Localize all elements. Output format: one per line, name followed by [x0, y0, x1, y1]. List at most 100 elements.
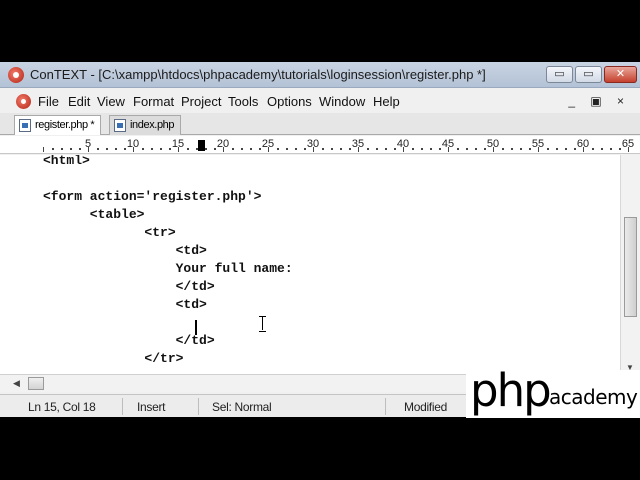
- ruler-tick: [142, 148, 144, 150]
- ruler-tick: [250, 148, 252, 150]
- ruler-tick: [52, 148, 54, 150]
- vertical-scroll-thumb[interactable]: [624, 217, 637, 317]
- ruler-tick: [367, 148, 369, 150]
- ruler-tick: [115, 148, 117, 150]
- ruler-tick: [214, 148, 216, 150]
- ruler-tick: [70, 148, 72, 150]
- code-line: <html>: [43, 155, 90, 168]
- ruler-tick: [88, 147, 89, 152]
- menu-file[interactable]: File: [38, 94, 59, 109]
- tab-label: register.php *: [35, 119, 95, 131]
- ruler-tick: [196, 148, 198, 150]
- menu-tools[interactable]: Tools: [228, 94, 258, 109]
- ruler-tick: [241, 148, 243, 150]
- ruler-tick: [403, 147, 404, 152]
- horizontal-scroll-thumb[interactable]: [28, 377, 44, 390]
- ruler-tick: [430, 148, 432, 150]
- maximize-button[interactable]: ▭: [575, 66, 602, 83]
- menu-view[interactable]: View: [97, 94, 125, 109]
- ruler-tick: [466, 148, 468, 150]
- horizontal-scrollbar[interactable]: ◀: [0, 374, 470, 392]
- ruler-tick: [547, 148, 549, 150]
- ruler-tick: [223, 147, 224, 152]
- tab-register-php[interactable]: register.php *: [14, 115, 102, 135]
- close-icon: ✕: [615, 68, 626, 80]
- menu-options[interactable]: Options: [267, 94, 312, 109]
- ruler-tick: [187, 148, 189, 150]
- ruler-tick: [106, 148, 108, 150]
- code-editor[interactable]: <html> <form action='register.php'> <tab…: [0, 155, 620, 374]
- php-file-icon: [114, 119, 126, 132]
- ruler-tick: [610, 148, 612, 150]
- ruler-tick: [277, 148, 279, 150]
- code-line: <td>: [43, 243, 207, 258]
- status-divider: [385, 398, 386, 415]
- ruler-tick: [583, 147, 584, 152]
- ruler-tick: [349, 148, 351, 150]
- cursor-position: Ln 15, Col 18: [28, 400, 96, 414]
- ruler-tick: [331, 148, 333, 150]
- ruler-tick: [295, 148, 297, 150]
- ruler-tick: [592, 148, 594, 150]
- vertical-scrollbar[interactable]: ▼: [620, 155, 640, 374]
- code-line: <tr>: [43, 225, 176, 240]
- ibeam-cursor-icon: [259, 316, 266, 332]
- code-line: Your full name:: [43, 261, 293, 276]
- code-line: </td>: [43, 333, 215, 348]
- ruler-tick: [178, 147, 179, 152]
- menu-project[interactable]: Project: [181, 94, 221, 109]
- menu-format[interactable]: Format: [133, 94, 174, 109]
- ruler-tick: [322, 148, 324, 150]
- tab-bar: register.php * index.php: [0, 113, 640, 135]
- ruler-tick: [169, 148, 171, 150]
- status-divider: [198, 398, 199, 415]
- status-divider: [122, 398, 123, 415]
- ruler-tick: [619, 148, 621, 150]
- tab-label: index.php: [130, 119, 175, 131]
- window-title: ConTEXT - [C:\xampp\htdocs\phpacademy\tu…: [30, 67, 486, 82]
- context-app-icon[interactable]: [8, 67, 24, 83]
- ruler-tick: [358, 147, 359, 152]
- ruler-tick: [394, 148, 396, 150]
- phpacademy-logo: php academy: [466, 364, 640, 418]
- ruler-tick: [268, 147, 269, 152]
- title-bar[interactable]: ConTEXT - [C:\xampp\htdocs\phpacademy\tu…: [0, 62, 640, 88]
- document-window-controls[interactable]: _ ▣ ×: [568, 94, 630, 108]
- ruler-tick: [520, 148, 522, 150]
- menu-window[interactable]: Window: [319, 94, 365, 109]
- php-file-icon: [19, 119, 31, 132]
- ruler-tick: [412, 148, 414, 150]
- code-line: </td>: [43, 279, 215, 294]
- ruler-tick: [376, 148, 378, 150]
- ruler-tick: [232, 148, 234, 150]
- maximize-icon: ▭: [583, 68, 594, 80]
- menu-edit[interactable]: Edit: [68, 94, 90, 109]
- ruler-tick: [421, 148, 423, 150]
- ruler-tick: [43, 147, 44, 152]
- text-caret: [195, 320, 197, 335]
- document-menu-icon[interactable]: [16, 94, 31, 109]
- menu-bar: File Edit View Format Project Tools Opti…: [0, 89, 640, 113]
- code-line: <td>: [43, 297, 207, 312]
- insert-mode[interactable]: Insert: [137, 400, 166, 414]
- ruler-tick: [304, 148, 306, 150]
- logo-php-text: php: [470, 364, 552, 417]
- close-button[interactable]: ✕: [604, 66, 637, 83]
- minimize-button[interactable]: ▭: [546, 66, 573, 83]
- ruler-tick: [259, 148, 261, 150]
- column-ruler: 5 10 15 20 25 30 35 40 45 50 55 60 65: [0, 136, 640, 154]
- ruler-tick: [574, 148, 576, 150]
- selection-mode[interactable]: Sel: Normal: [212, 400, 272, 414]
- ruler-tick: [484, 148, 486, 150]
- ruler-tick: [385, 148, 387, 150]
- tab-index-php[interactable]: index.php: [109, 115, 182, 135]
- ruler-cursor-marker: [198, 140, 205, 151]
- menu-help[interactable]: Help: [373, 94, 400, 109]
- ruler-tick: [340, 148, 342, 150]
- ruler-tick: [502, 148, 504, 150]
- ruler-tick: [97, 148, 99, 150]
- ruler-tick: [556, 148, 558, 150]
- ruler-tick: [133, 147, 134, 152]
- scroll-left-arrow-icon[interactable]: ◀: [13, 378, 20, 389]
